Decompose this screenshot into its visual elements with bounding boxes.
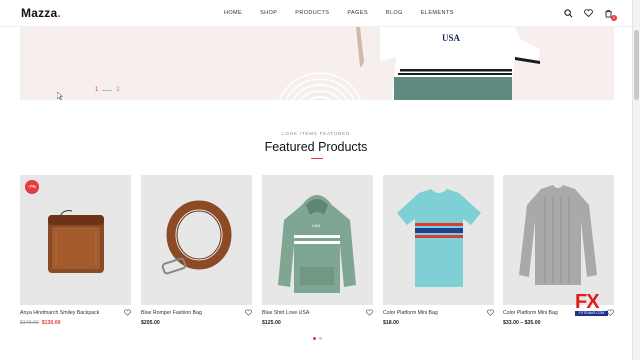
wishlist-heart-icon[interactable] — [607, 309, 614, 316]
product-grid: -7% Anya Hindmarch Smiley Backpack $140.… — [20, 175, 614, 335]
product-image[interactable] — [383, 175, 494, 305]
watermark-text: FX — [575, 291, 600, 313]
title-underline — [311, 158, 323, 159]
main-nav: HOME SHOP PRODUCTS PAGES BLOG ELEMENTS — [224, 10, 472, 16]
page-scrollbar[interactable] — [632, 0, 640, 360]
carousel-dot-2[interactable] — [319, 337, 322, 340]
cart-icon[interactable]: 0 — [602, 7, 617, 21]
wishlist-heart-icon[interactable] — [124, 309, 131, 316]
hero-slider: USA 1 2 — [20, 27, 614, 100]
product-card[interactable]: USA Blue Shirt Love USA $125.00 — [262, 175, 373, 326]
header-actions: 0 — [562, 7, 617, 21]
svg-text:USA: USA — [442, 33, 461, 43]
product-card[interactable]: Color Platform Mini Bag $18.00 — [383, 175, 494, 326]
product-name[interactable]: Color Platform Mini Bag — [383, 310, 438, 316]
nav-item-products[interactable]: PRODUCTS — [295, 10, 329, 16]
product-image[interactable] — [141, 175, 252, 305]
wishlist-heart-icon[interactable] — [245, 309, 252, 316]
nav-item-blog[interactable]: BLOG — [386, 10, 403, 16]
cart-count-badge: 0 — [611, 15, 617, 21]
section-kicker: LOOK ITEMS FEATURED — [282, 131, 350, 136]
product-price: $140.00 $130.00 — [20, 320, 61, 326]
hero-pagination: 1 2 — [95, 87, 120, 93]
product-carousel-pagination — [313, 337, 322, 340]
nav-item-pages[interactable]: PAGES — [347, 10, 368, 16]
product-price: $18.00 — [383, 320, 399, 326]
sale-badge: -7% — [25, 180, 39, 194]
product-price: $33.00 – $35.00 — [503, 320, 541, 326]
product-card[interactable]: Color Platform Mini Bag $33.00 – $35.00 — [503, 175, 614, 326]
nav-item-shop[interactable]: SHOP — [260, 10, 277, 16]
product-card[interactable]: Blue Romper Fashion Bag $205.00 — [141, 175, 252, 326]
product-price: $205.00 — [141, 320, 160, 326]
product-name[interactable]: Blue Shirt Love USA — [262, 310, 309, 316]
scrollbar-thumb[interactable] — [634, 30, 639, 100]
svg-text:USA: USA — [312, 223, 321, 228]
site-header: Mazza. HOME SHOP PRODUCTS PAGES BLOG ELE… — [0, 0, 632, 27]
wishlist-heart-icon[interactable] — [487, 309, 494, 316]
product-image[interactable]: -7% — [20, 175, 131, 305]
product-name[interactable]: Anya Hindmarch Smiley Backpack — [20, 310, 99, 316]
hero-page-1[interactable]: 1 — [95, 87, 98, 93]
search-icon[interactable] — [562, 7, 574, 19]
site-logo[interactable]: Mazza. — [21, 6, 61, 20]
product-price: $125.00 — [262, 320, 281, 326]
product-image[interactable]: USA — [262, 175, 373, 305]
mouse-cursor-icon — [57, 92, 63, 100]
product-name[interactable]: Color Platform Mini Bag — [503, 310, 558, 316]
heart-icon[interactable] — [582, 7, 594, 19]
product-image[interactable] — [503, 175, 614, 305]
nav-item-elements[interactable]: ELEMENTS — [421, 10, 454, 16]
product-name[interactable]: Blue Romper Fashion Bag — [141, 310, 202, 316]
watermark-logo: FX FXTEAMS.COM — [575, 291, 608, 319]
carousel-dot-1[interactable] — [313, 337, 316, 340]
section-title: Featured Products — [264, 140, 368, 154]
product-card[interactable]: -7% Anya Hindmarch Smiley Backpack $140.… — [20, 175, 131, 326]
watermark-subtext: FXTEAMS.COM — [575, 311, 608, 316]
hero-page-divider — [102, 89, 113, 91]
hero-page-2[interactable]: 2 — [116, 87, 119, 93]
nav-item-home[interactable]: HOME — [224, 10, 242, 16]
wishlist-heart-icon[interactable] — [366, 309, 373, 316]
